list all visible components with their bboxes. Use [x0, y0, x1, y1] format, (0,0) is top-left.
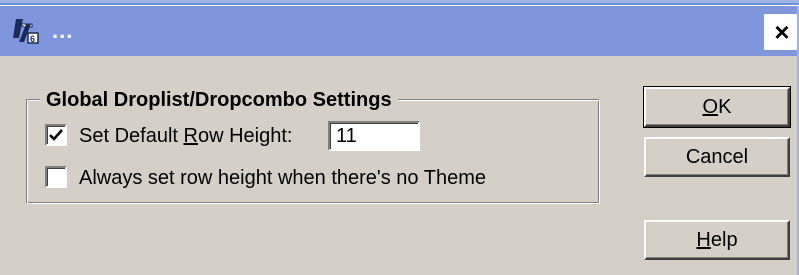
app-logo-icon: 6 — [10, 16, 40, 46]
always-set-row-height-checkbox[interactable] — [45, 166, 67, 188]
background-strip-line-dark — [0, 3, 799, 5]
dialog-window: 6 ... × Global Droplist/Dropcombo Settin… — [0, 6, 799, 275]
title-bar[interactable]: 6 ... × — [0, 6, 799, 56]
cancel-button[interactable]: Cancel — [644, 137, 790, 177]
ok-button[interactable]: OK — [643, 86, 791, 128]
row-height-input[interactable]: 11 — [328, 121, 420, 151]
window-title: ... — [52, 18, 74, 43]
set-default-row-height-label[interactable]: Set Default Row Height: — [79, 122, 292, 150]
help-button[interactable]: Help — [644, 220, 790, 260]
ok-button-rest: K — [718, 96, 732, 118]
set-default-row-height-checkbox[interactable] — [45, 124, 67, 146]
close-icon: × — [774, 17, 790, 47]
ok-button-accel: O — [702, 96, 719, 118]
checkmark-icon — [49, 129, 63, 141]
close-button[interactable]: × — [764, 14, 799, 50]
row-height-label-suffix: ow Height: — [197, 125, 293, 147]
svg-text:6: 6 — [30, 34, 35, 44]
row-height-label-accel: R — [183, 125, 198, 147]
always-set-row-height-label[interactable]: Always set row height when there's no Th… — [79, 164, 486, 192]
row-height-label-prefix: Set Default — [79, 125, 184, 147]
help-button-accel: H — [696, 229, 711, 251]
help-button-rest: elp — [710, 229, 738, 251]
group-title: Global Droplist/Dropcombo Settings — [40, 86, 398, 114]
